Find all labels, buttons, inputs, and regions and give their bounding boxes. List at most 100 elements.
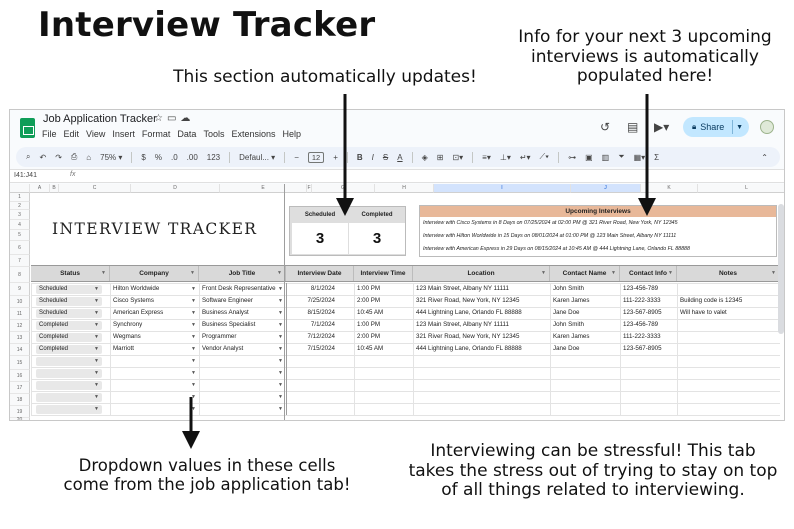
star-icon[interactable]: ☆: [154, 113, 167, 124]
row-header[interactable]: 4: [10, 220, 30, 230]
cell-notes[interactable]: [680, 331, 778, 343]
filter-dropdown-icon[interactable]: ▼: [277, 266, 282, 281]
dropdown-caret-icon[interactable]: ▼: [278, 346, 283, 352]
search-icon[interactable]: ⌕: [26, 152, 30, 162]
column-header-j[interactable]: J: [571, 184, 641, 193]
vertical-scrollbar[interactable]: [778, 204, 784, 334]
dropdown-caret-icon[interactable]: ▼: [191, 346, 196, 352]
cell-contact[interactable]: Jane Doe: [553, 307, 618, 319]
decrease-decimal-button[interactable]: .0: [171, 153, 178, 162]
undo-icon[interactable]: ↶: [39, 153, 46, 162]
currency-button[interactable]: $: [141, 153, 145, 162]
filter-views-icon[interactable]: ▦▾: [634, 153, 646, 162]
dropdown-caret-icon[interactable]: ▼: [278, 406, 283, 412]
row-header[interactable]: 1: [10, 193, 30, 202]
dropdown-caret-icon[interactable]: ▼: [278, 298, 283, 304]
cell-notes[interactable]: [680, 343, 778, 355]
cell-date[interactable]: 7/15/2024: [289, 343, 335, 355]
cell-company[interactable]: Synchrony: [113, 319, 190, 331]
column-header-e[interactable]: E: [220, 184, 307, 193]
dropdown-caret-icon[interactable]: ▼: [278, 322, 283, 328]
dropdown-caret-icon[interactable]: ▼: [278, 358, 283, 364]
filter-icon[interactable]: ⏷: [618, 152, 624, 162]
font-size-input[interactable]: 12: [307, 151, 325, 163]
merge-cells-icon[interactable]: ⊡▾: [452, 153, 463, 162]
cell-location[interactable]: 444 Lightning Lane, Orlando FL 88888: [416, 343, 548, 355]
cell-info[interactable]: 123-456-789: [623, 319, 675, 331]
font-size-decrease-button[interactable]: −: [294, 153, 299, 162]
row-header[interactable]: 12: [10, 320, 30, 332]
filter-dropdown-icon[interactable]: ▼: [771, 266, 776, 281]
row-header[interactable]: 2: [10, 202, 30, 210]
increase-decimal-button[interactable]: .00: [187, 153, 198, 162]
column-header-a[interactable]: A: [30, 184, 50, 193]
cell-company[interactable]: Hilton Worldwide: [113, 283, 190, 295]
dropdown-caret-icon[interactable]: ▼: [278, 382, 283, 388]
column-title-notes[interactable]: Notes ▼: [677, 266, 780, 281]
functions-button[interactable]: Σ: [654, 153, 659, 162]
column-header-k[interactable]: K: [641, 184, 698, 193]
percent-button[interactable]: %: [155, 153, 162, 162]
row-header[interactable]: 9: [10, 283, 30, 296]
insert-chart-icon[interactable]: ▥: [602, 153, 610, 162]
insert-comment-icon[interactable]: ▣: [585, 153, 593, 162]
cell-info[interactable]: 111-222-3333: [623, 331, 675, 343]
insert-link-icon[interactable]: ⊶: [568, 153, 576, 162]
text-wrap-icon[interactable]: ↵▾: [520, 153, 531, 162]
completed-count[interactable]: 3: [349, 223, 405, 254]
status-dropdown[interactable]: Scheduled ▼: [36, 284, 102, 294]
dropdown-caret-icon[interactable]: ▼: [191, 322, 196, 328]
zoom-select[interactable]: 75% ▾: [100, 153, 122, 162]
print-icon[interactable]: ⎙: [71, 152, 77, 162]
cell-notes[interactable]: Will have to valet: [680, 307, 778, 319]
dropdown-caret-icon[interactable]: ▼: [278, 334, 283, 340]
cell-job[interactable]: Front Desk Representative: [202, 283, 277, 295]
filter-dropdown-icon[interactable]: ▼: [101, 266, 106, 281]
column-title-contact-info[interactable]: Contact Info ▼: [620, 266, 677, 281]
menu-item-help[interactable]: Help: [282, 129, 301, 139]
dropdown-caret-icon[interactable]: ▼: [94, 357, 99, 366]
cell-contact[interactable]: John Smith: [553, 319, 618, 331]
menu-item-extensions[interactable]: Extensions: [231, 129, 275, 139]
status-dropdown-empty[interactable]: ▼: [36, 380, 102, 390]
dropdown-caret-icon[interactable]: ▼: [94, 285, 99, 294]
menu-item-edit[interactable]: Edit: [64, 129, 80, 139]
cell-contact[interactable]: Karen James: [553, 331, 618, 343]
cell-date[interactable]: 7/1/2024: [289, 319, 335, 331]
cell-company[interactable]: Wegmans: [113, 331, 190, 343]
status-dropdown[interactable]: Completed ▼: [36, 344, 102, 354]
cell-job[interactable]: Business Specialist: [202, 319, 277, 331]
font-select[interactable]: Defaul... ▾: [239, 153, 275, 162]
row-header[interactable]: 15: [10, 356, 30, 370]
text-color-button[interactable]: A: [397, 153, 402, 162]
dropdown-caret-icon[interactable]: ▼: [191, 334, 196, 340]
collapse-toolbar-icon[interactable]: ⌃: [761, 153, 768, 162]
dropdown-caret-icon[interactable]: ▼: [94, 405, 99, 414]
dropdown-caret-icon[interactable]: ▼: [94, 393, 99, 402]
cell-time[interactable]: 1:00 PM: [357, 319, 411, 331]
column-header-h[interactable]: H: [375, 184, 434, 193]
dropdown-caret-icon[interactable]: ▼: [191, 382, 196, 388]
move-folder-icon[interactable]: ▭: [167, 113, 180, 124]
column-header-l[interactable]: L: [698, 184, 784, 193]
status-dropdown-empty[interactable]: ▼: [36, 392, 102, 402]
cell-date[interactable]: 7/25/2024: [289, 295, 335, 307]
filter-dropdown-icon[interactable]: ▼: [668, 266, 673, 281]
cell-job[interactable]: Software Engineer: [202, 295, 277, 307]
status-dropdown[interactable]: Scheduled ▼: [36, 308, 102, 318]
row-header[interactable]: 3: [10, 210, 30, 220]
menu-item-view[interactable]: View: [86, 129, 105, 139]
row-header[interactable]: 11: [10, 308, 30, 320]
paint-format-icon[interactable]: ⌂: [86, 153, 91, 162]
cell-company[interactable]: Marriott: [113, 343, 190, 355]
cell-info[interactable]: 123-567-8905: [623, 307, 675, 319]
share-button[interactable]: 🔒︎ Share ▼: [683, 117, 749, 137]
dropdown-caret-icon[interactable]: ▼: [191, 358, 196, 364]
column-header-d[interactable]: D: [131, 184, 220, 193]
column-title-contact-name[interactable]: Contact Name ▼: [550, 266, 620, 281]
column-header-g[interactable]: G: [312, 184, 375, 193]
cell-time[interactable]: 10:45 AM: [357, 343, 411, 355]
avatar[interactable]: [760, 120, 774, 134]
cell-time[interactable]: 1:00 PM: [357, 283, 411, 295]
status-dropdown-empty[interactable]: ▼: [36, 368, 102, 378]
